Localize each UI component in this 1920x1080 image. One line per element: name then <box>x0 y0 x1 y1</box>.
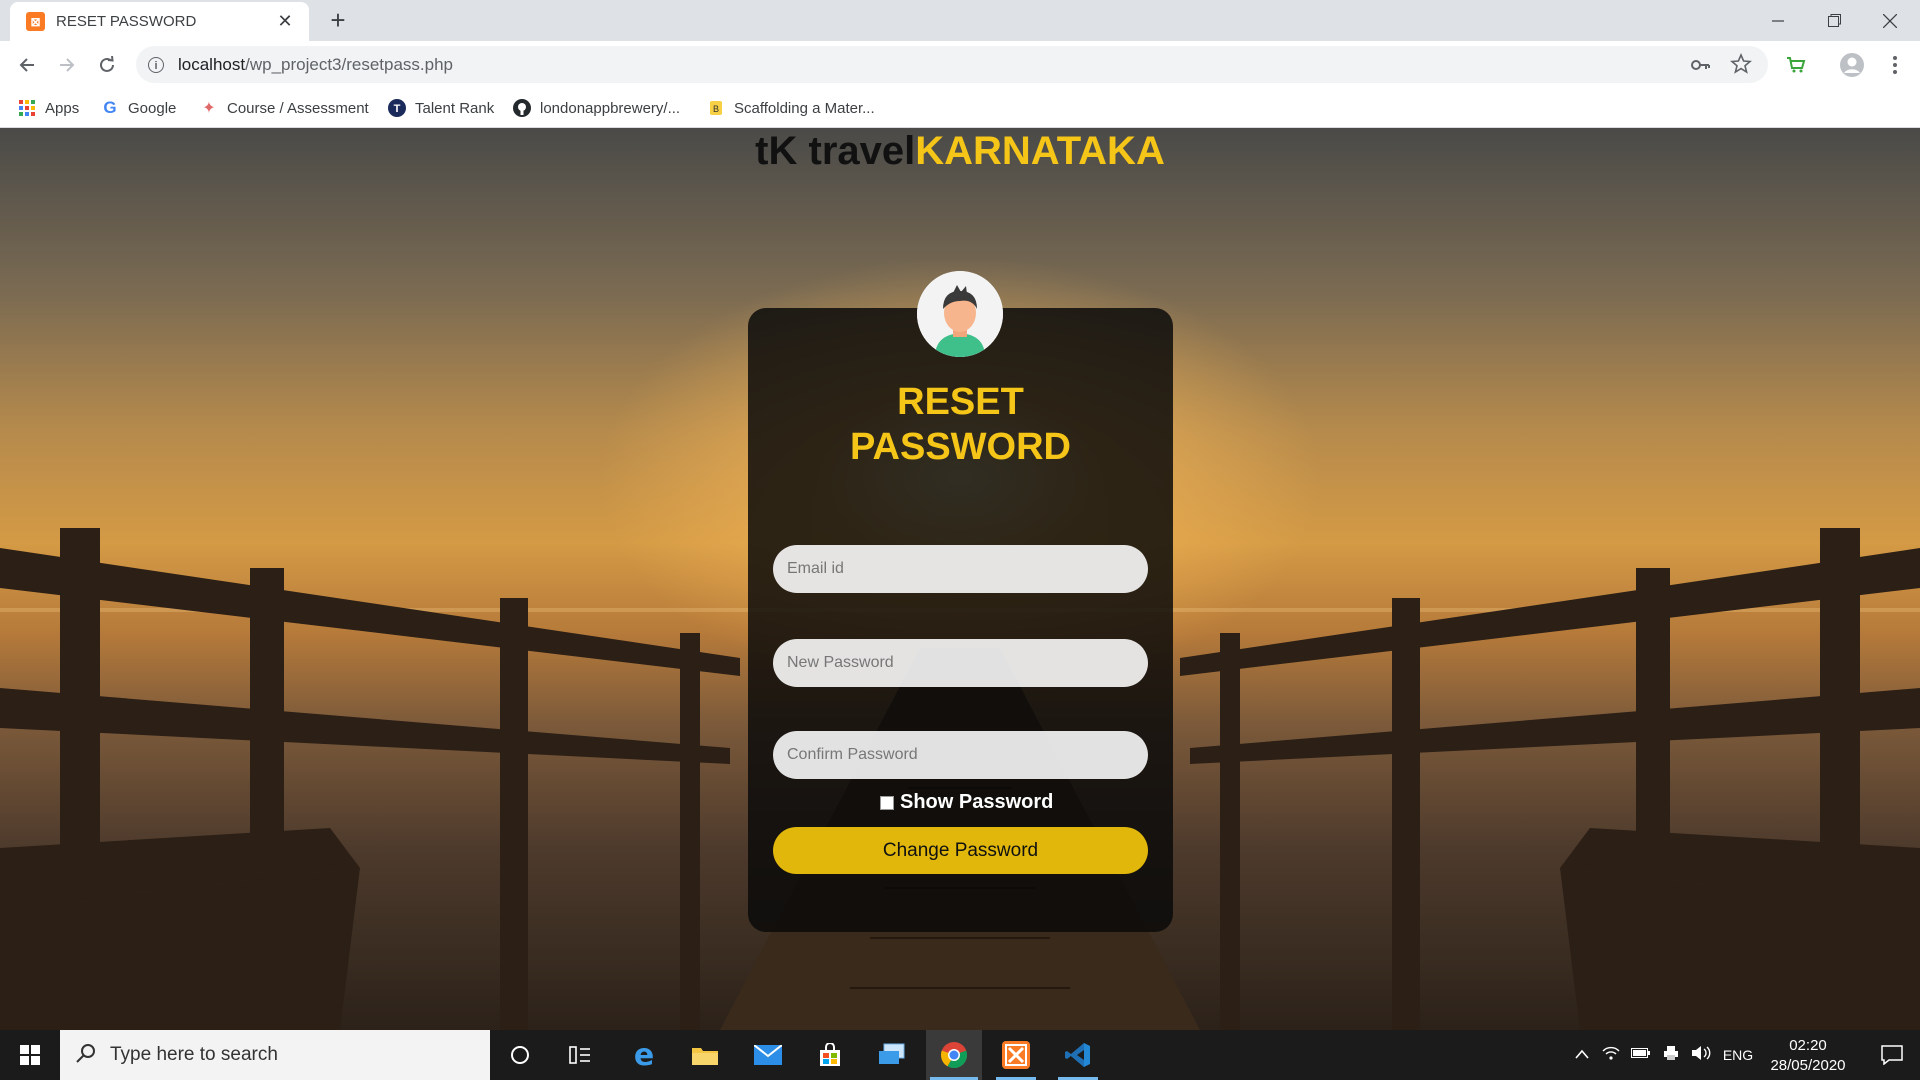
tab-close-icon[interactable]: ✕ <box>273 10 297 34</box>
restore-icon[interactable] <box>1806 0 1862 41</box>
taskbar-clock[interactable]: 02:20 28/05/2020 <box>1760 1036 1856 1076</box>
site-logo: tK travelKARNATAKA <box>0 128 1920 174</box>
card-title-line2: PASSWORD <box>850 426 1071 468</box>
vscode-taskbar-icon[interactable] <box>1050 1030 1106 1080</box>
bookmark-course-assessment[interactable]: ✦ Course / Assessment <box>200 96 369 120</box>
close-window-icon[interactable] <box>1862 0 1918 41</box>
email-field[interactable] <box>773 545 1148 593</box>
tab-title: RESET PASSWORD <box>56 13 197 30</box>
network-icon[interactable] <box>1596 1045 1626 1066</box>
bookmark-label: Apps <box>45 99 80 117</box>
show-password-checkbox[interactable] <box>880 795 894 810</box>
show-password-label: Show Password <box>900 791 1054 813</box>
bookmark-label: londonappbrewery/... <box>540 99 681 117</box>
task-view-icon[interactable] <box>552 1030 608 1080</box>
cart-extension-icon[interactable] <box>1781 50 1811 80</box>
apps-grid-icon <box>18 99 36 117</box>
browser-tab[interactable]: ⊠ RESET PASSWORD ✕ <box>10 2 309 41</box>
profile-avatar-icon[interactable] <box>1837 50 1867 80</box>
menu-kebab-icon[interactable] <box>1880 50 1910 80</box>
language-indicator[interactable]: ENG <box>1716 1047 1760 1063</box>
volume-icon[interactable] <box>1686 1045 1716 1066</box>
bookmark-label: Google <box>128 99 177 117</box>
search-icon <box>76 1043 96 1068</box>
bookmark-google[interactable]: G Google <box>101 96 176 120</box>
chrome-taskbar-icon[interactable] <box>926 1030 982 1080</box>
taskbar-search-placeholder: Type here to search <box>110 1044 278 1065</box>
card-title: RESET PASSWORD <box>748 380 1173 470</box>
file-explorer-icon[interactable] <box>677 1030 733 1080</box>
show-password-toggle[interactable]: Show Password <box>880 791 1053 814</box>
change-password-button[interactable]: Change Password <box>773 827 1148 874</box>
bookmark-label: Course / Assessment <box>227 99 369 117</box>
new-password-field[interactable] <box>773 639 1148 687</box>
browser-tab-strip: ⊠ RESET PASSWORD ✕ + <box>0 0 1920 41</box>
clock-date: 28/05/2020 <box>1770 1057 1846 1074</box>
scaffolding-icon: B <box>707 99 725 117</box>
svg-text:B: B <box>713 104 719 114</box>
tray-chevron-up-icon[interactable] <box>1568 1046 1596 1064</box>
logo-text-tk-travel: tK travel <box>755 129 916 173</box>
bookmark-star-icon[interactable] <box>1730 52 1752 80</box>
taskbar-search-box[interactable]: Type here to search <box>60 1030 490 1080</box>
windows-taskbar: Type here to search e ENG 02:20 28/05/20… <box>0 1030 1920 1080</box>
url-text: localhost/wp_project3/resetpass.php <box>178 55 453 75</box>
xampp-taskbar-icon[interactable] <box>988 1030 1044 1080</box>
cortana-icon[interactable] <box>492 1030 548 1080</box>
mail-icon[interactable] <box>740 1030 796 1080</box>
github-icon <box>513 99 531 117</box>
xampp-icon: ⊠ <box>26 12 45 31</box>
bookmarks-bar: Apps G Google ✦ Course / Assessment T Ta… <box>0 88 1920 128</box>
bookmark-talent-rank[interactable]: T Talent Rank <box>388 96 494 120</box>
battery-icon[interactable] <box>1626 1046 1656 1064</box>
notification-center-icon[interactable] <box>1864 1030 1920 1080</box>
system-tray: ENG <box>1568 1030 1760 1080</box>
page-background: tK travelKARNATAKA RESET PASSWORD Show P… <box>0 128 1920 1030</box>
url-path: /wp_project3/resetpass.php <box>245 54 454 74</box>
google-icon: G <box>103 98 117 117</box>
user-avatar-icon <box>917 271 1003 357</box>
back-icon[interactable] <box>13 51 41 79</box>
forward-icon[interactable] <box>53 51 81 79</box>
bookmark-apps[interactable]: Apps <box>18 96 79 120</box>
remote-desktop-icon[interactable] <box>864 1030 920 1080</box>
key-icon[interactable] <box>1690 55 1710 80</box>
printer-icon[interactable] <box>1656 1045 1686 1066</box>
confirm-password-field[interactable] <box>773 731 1148 779</box>
windows-start-icon[interactable] <box>2 1030 58 1080</box>
bookmark-londonappbrewery[interactable]: londonappbrewery/... <box>513 96 680 120</box>
card-title-line1: RESET <box>897 381 1024 423</box>
course-icon: ✦ <box>202 100 216 117</box>
bookmark-scaffolding[interactable]: B Scaffolding a Mater... <box>707 96 875 120</box>
bookmark-label: Talent Rank <box>415 99 495 117</box>
url-host: localhost <box>178 54 246 74</box>
svg-text:T: T <box>394 103 401 115</box>
browser-toolbar: i localhost/wp_project3/resetpass.php <box>0 41 1920 88</box>
microsoft-store-icon[interactable] <box>802 1030 858 1080</box>
address-bar[interactable]: i localhost/wp_project3/resetpass.php <box>136 46 1768 83</box>
clock-time: 02:20 <box>1789 1037 1827 1054</box>
minimize-icon[interactable] <box>1750 0 1806 41</box>
reload-icon[interactable] <box>93 51 121 79</box>
new-tab-icon[interactable]: + <box>326 7 350 33</box>
edge-browser-icon[interactable]: e <box>616 1030 672 1080</box>
bookmark-label: Scaffolding a Mater... <box>734 99 875 117</box>
talent-rank-icon: T <box>388 99 406 117</box>
logo-text-karnataka: KARNATAKA <box>915 129 1165 173</box>
site-info-icon[interactable]: i <box>148 56 164 73</box>
